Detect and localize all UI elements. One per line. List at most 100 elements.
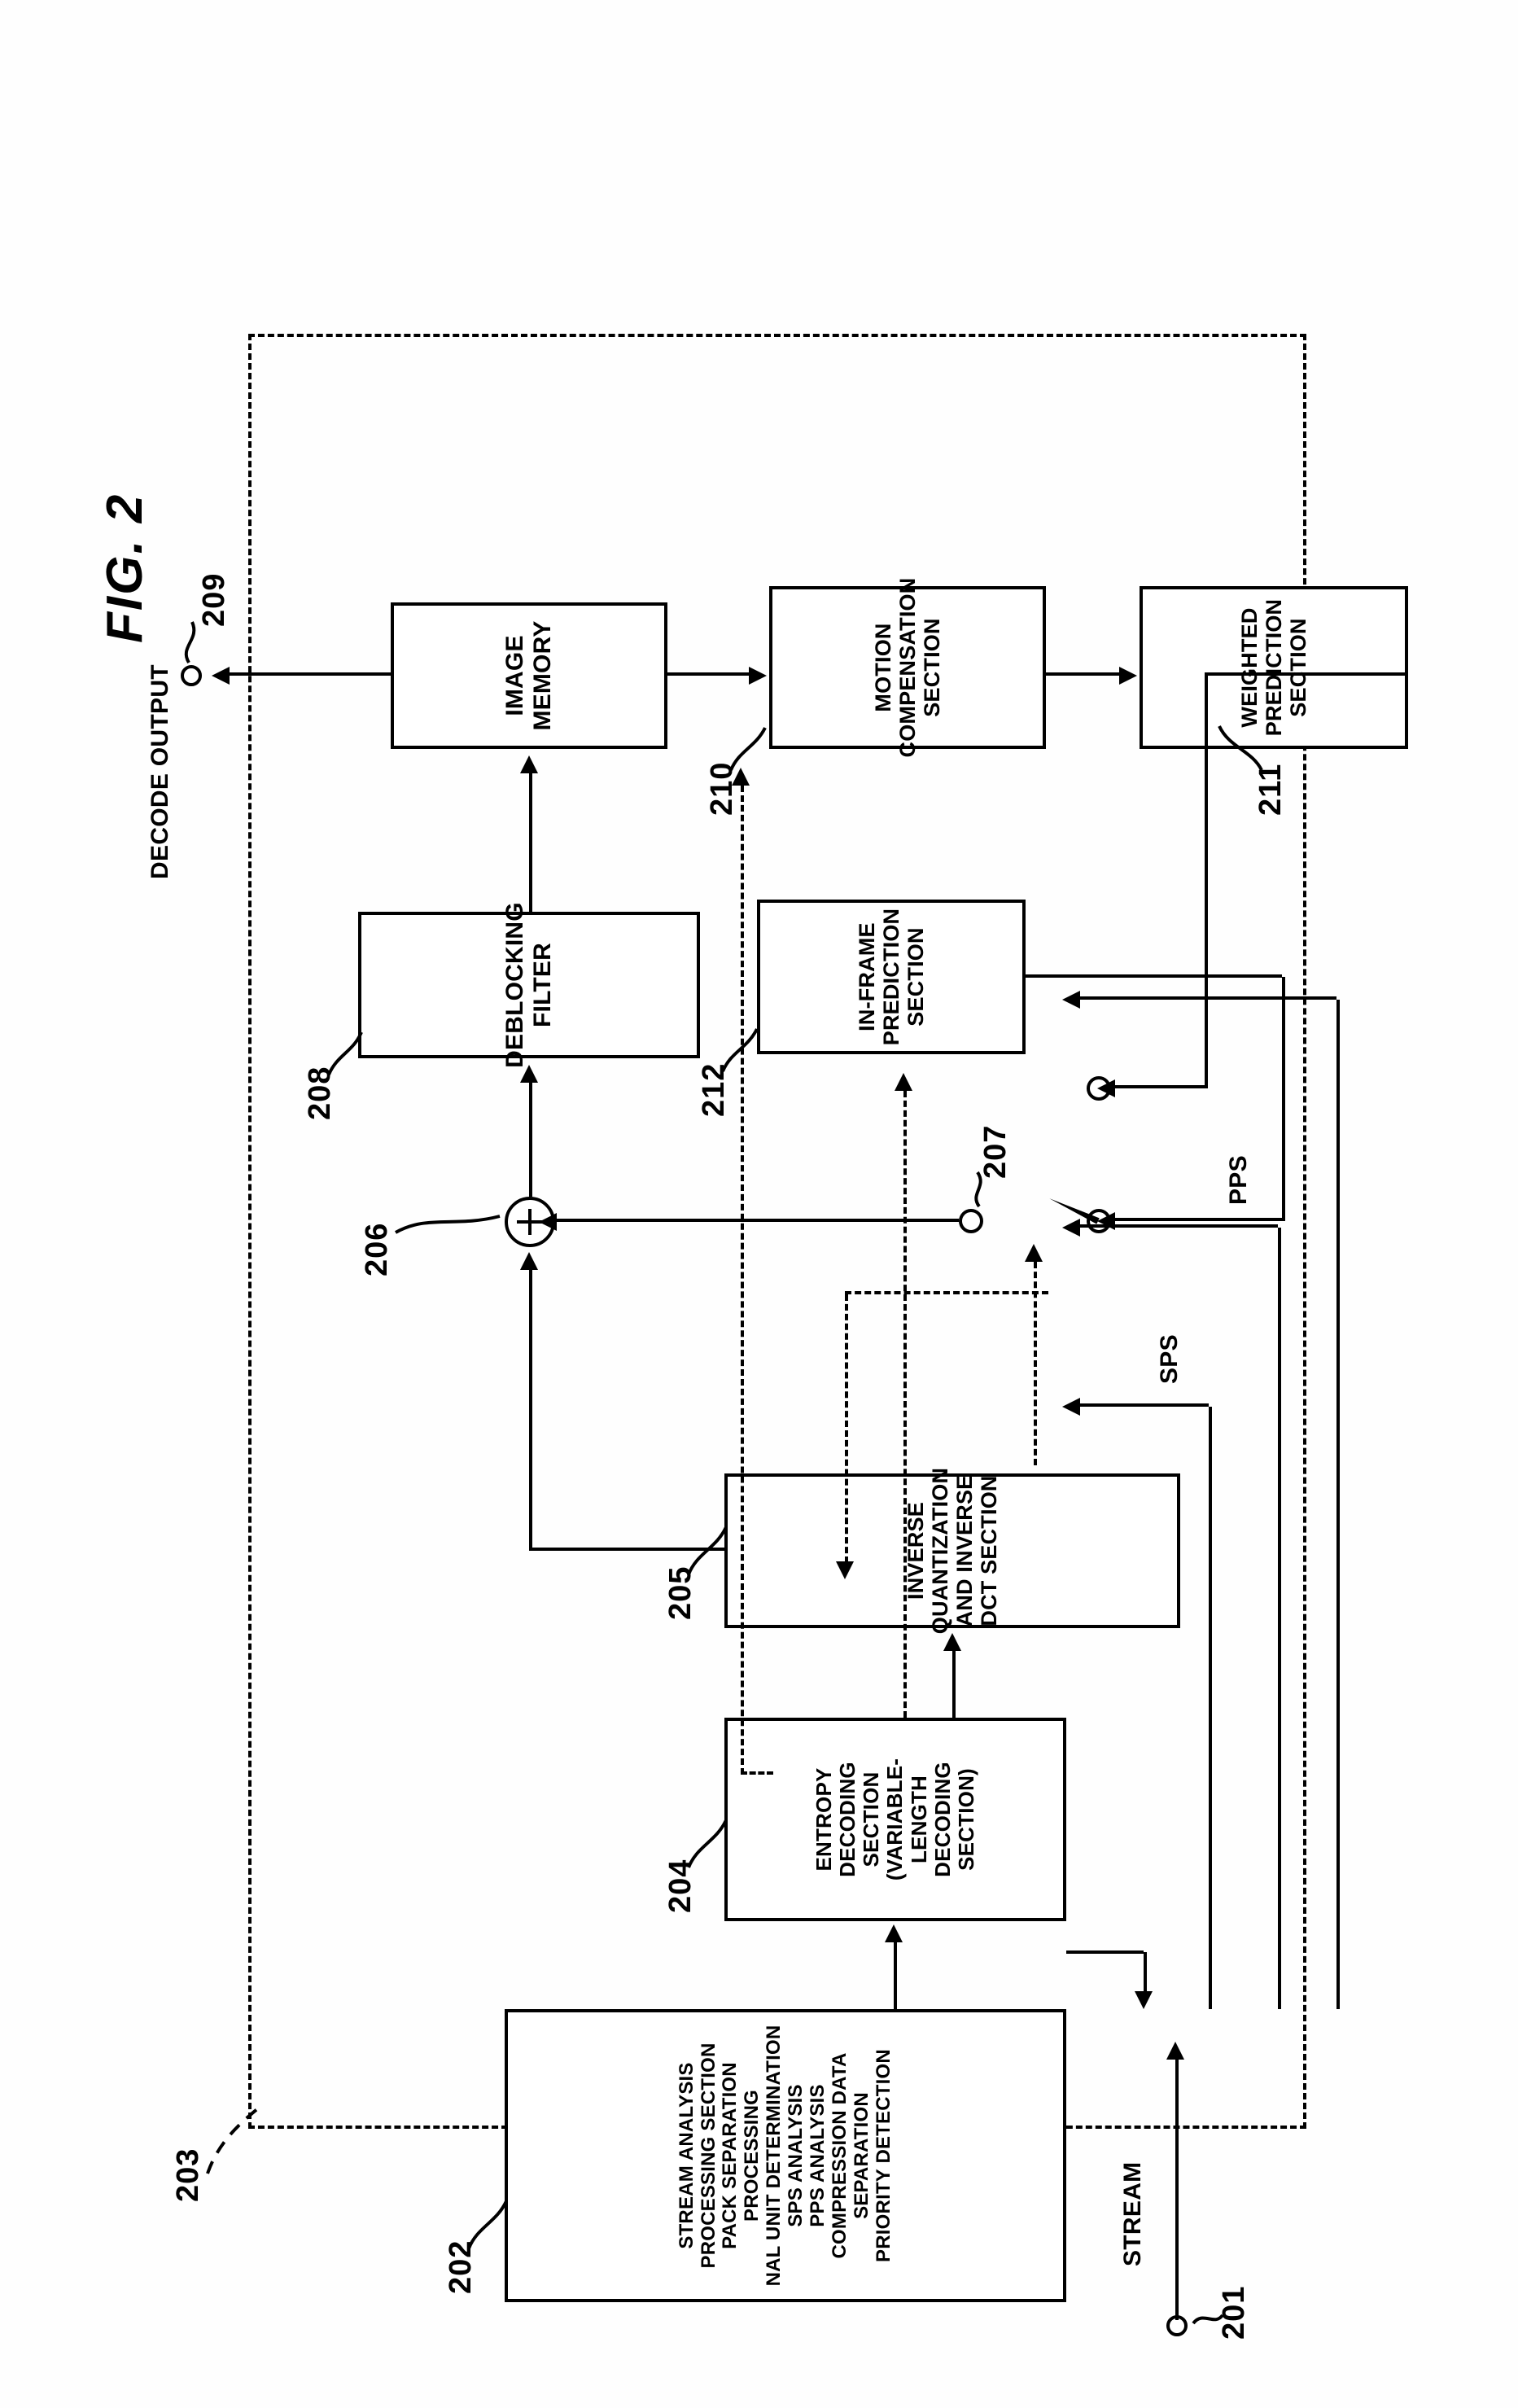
motion-comp-line-2: SECTION [920,618,945,717]
wire-inverse-quant-to-adder [529,1270,532,1551]
stream-input-arrowhead [1166,2042,1184,2060]
wire-motion-comp-to-weighted-pred [1046,672,1119,676]
arrow-deblocking-to-image-memory [520,755,538,773]
arrow-stream-analysis-to-entropy [885,1924,903,1942]
stream-analysis-line-3: NAL UNIT DETERMINATION [763,2025,785,2287]
wire-sps-bus [1209,1407,1212,2009]
wire-stream-analysis-to-entropy [894,1942,897,2009]
wire-in-frame-pred-to-switch [1282,977,1285,1221]
decode-output-terminal[interactable] [181,665,202,686]
arrow-sps-up [1062,1398,1080,1416]
arrow-control-to-switch [1025,1244,1043,1262]
entropy-line-2: (VARIABLE-LENGTH [882,1758,931,1881]
wire-pps-bus [1278,1228,1281,2009]
arrow-entropy-to-inverse-quant [943,1633,961,1651]
sps-label: SPS [1156,1334,1183,1384]
wire-switch-contact-a-riser [1113,1218,1283,1221]
leader-208 [327,1031,363,1075]
stream-analysis-line-0: STREAM ANALYSIS [675,2062,698,2249]
stream-analysis-line-4: SPS ANALYSIS [785,2084,807,2227]
image-memory-line-0: IMAGE [501,635,529,716]
arrow-to-adder [520,1252,538,1270]
leader-203 [206,2107,260,2174]
control-line-to-inverse-quant [845,1294,848,1563]
motion-comp-line-0: MOTION [870,623,895,712]
iq-line-1: AND INVERSE DCT SECTION [952,1474,1002,1627]
control-line-down-to-switch [845,1291,1048,1294]
wire-switch-to-adder [555,1219,959,1222]
stream-input-label: STREAM [1119,2161,1146,2266]
arrow-control-to-in-frame-pred [895,1073,912,1091]
control-line-entropy-up [741,1771,773,1775]
wire-sps-feedback-into-202 [1144,1952,1147,1993]
image-memory-line-1: MEMORY [529,620,556,731]
arrow-control-to-motion-comp [732,768,750,786]
entropy-line-0: ENTROPY DECODING [811,1762,860,1877]
arrow-image-memory-to-motion-comp [749,667,767,685]
entropy-line-1: SECTION [859,1771,884,1867]
wire-in-frame-pred-down [1026,974,1282,978]
block-inverse-quantization-and-inverse-dct-section[interactable]: INVERSE QUANTIZATION AND INVERSE DCT SEC… [724,1468,1180,1634]
wire-weighted-pred-to-switch [1205,673,1208,1088]
stream-analysis-line-1: PROCESSING SECTION [697,2042,720,2269]
entropy-line-3: DECODING SECTION) [930,1762,978,1877]
iq-line-0: INVERSE QUANTIZATION [903,1467,952,1635]
leader-209 [184,621,196,664]
leader-207 [974,1171,982,1208]
control-line-to-motion-comp [741,786,744,1775]
arrow-decode-output [212,667,230,685]
wire-compression-riser [1078,996,1336,1000]
block-image-memory[interactable]: IMAGE MEMORY [391,602,667,749]
leader-206 [394,1215,501,1234]
stream-analysis-line-7: PRIORITY DETECTION [872,2049,895,2262]
wire-weighted-pred-down [1205,672,1408,676]
control-line-to-switch [1034,1262,1037,1465]
leader-201 [1192,2314,1224,2325]
wire-sps-feedback-riser [1066,1950,1144,1954]
arrow-compression-up [1062,991,1080,1009]
arrow-control-to-inverse-quant [836,1561,854,1579]
stream-analysis-line-6: COMPRESSION DATA SEPARATION [828,2052,873,2259]
wire-entropy-to-inverse-quant [952,1651,956,1718]
block-deblocking-filter[interactable]: DEBLOCKING FILTER [358,902,700,1068]
stream-input-wire [1175,2060,1179,2320]
in-frame-line-2: SECTION [903,927,929,1027]
leader-205 [687,1526,728,1575]
wire-adder-to-deblocking [529,1083,532,1197]
deblocking-line-0: DEBLOCKING [501,902,529,1068]
motion-comp-line-1: COMPENSATION [895,577,920,758]
block-motion-compensation-section[interactable]: MOTION COMPENSATION SECTION [769,578,1046,757]
stream-analysis-line-2: PACK SEPARATION PROCESSING [719,2062,763,2249]
arrow-pps-up [1062,1219,1080,1237]
arrow-switch-to-adder [539,1213,557,1231]
leader-211 [1218,725,1263,771]
switch-common-node[interactable] [959,1209,983,1233]
ref-206: 206 [360,1222,394,1276]
control-line-to-in-frame-pred [903,1091,907,1718]
arrow-into-switch-contact-b [1097,1079,1115,1097]
leader-204 [687,1819,728,1868]
block-in-frame-prediction-section[interactable]: IN-FRAME PREDICTION SECTION [757,900,1026,1054]
arrow-motion-comp-to-weighted-pred [1119,667,1137,685]
wire-image-memory-to-decode-output [228,672,391,676]
stream-analysis-line-5: PPS ANALYSIS [806,2084,829,2227]
block-stream-analysis-processing-section[interactable]: STREAM ANALYSIS PROCESSING SECTION PACK … [505,2009,1066,2302]
in-frame-line-0: IN-FRAME [854,922,879,1031]
leader-202 [467,2200,508,2249]
weighted-pred-line-2: SECTION [1286,618,1311,717]
wire-image-memory-to-motion-comp [667,672,749,676]
block-weighted-prediction-section[interactable]: WEIGHTED PREDICTION SECTION [1140,586,1408,749]
decode-output-label: DECODE OUTPUT [147,664,173,879]
arrow-sps-feedback-into-202 [1135,1991,1153,2009]
deblocking-line-1: FILTER [529,943,556,1027]
leader-210 [729,727,767,771]
wire-deblocking-to-image-memory [529,773,532,912]
block-entropy-decoding-section[interactable]: ENTROPY DECODING SECTION (VARIABLE-LENGT… [724,1718,1066,1921]
wire-sps-riser [1078,1403,1209,1407]
pps-label: PPS [1225,1155,1252,1205]
wire-compression-bus [1336,1000,1340,2009]
wire-inverse-quant-up [529,1548,724,1551]
wire-pps-riser [1078,1224,1278,1228]
in-frame-line-1: PREDICTION [878,908,903,1046]
patent-figure-page: FIG. 2 203 STREAM ANALYSIS PROCESSING SE… [0,0,1518,2408]
